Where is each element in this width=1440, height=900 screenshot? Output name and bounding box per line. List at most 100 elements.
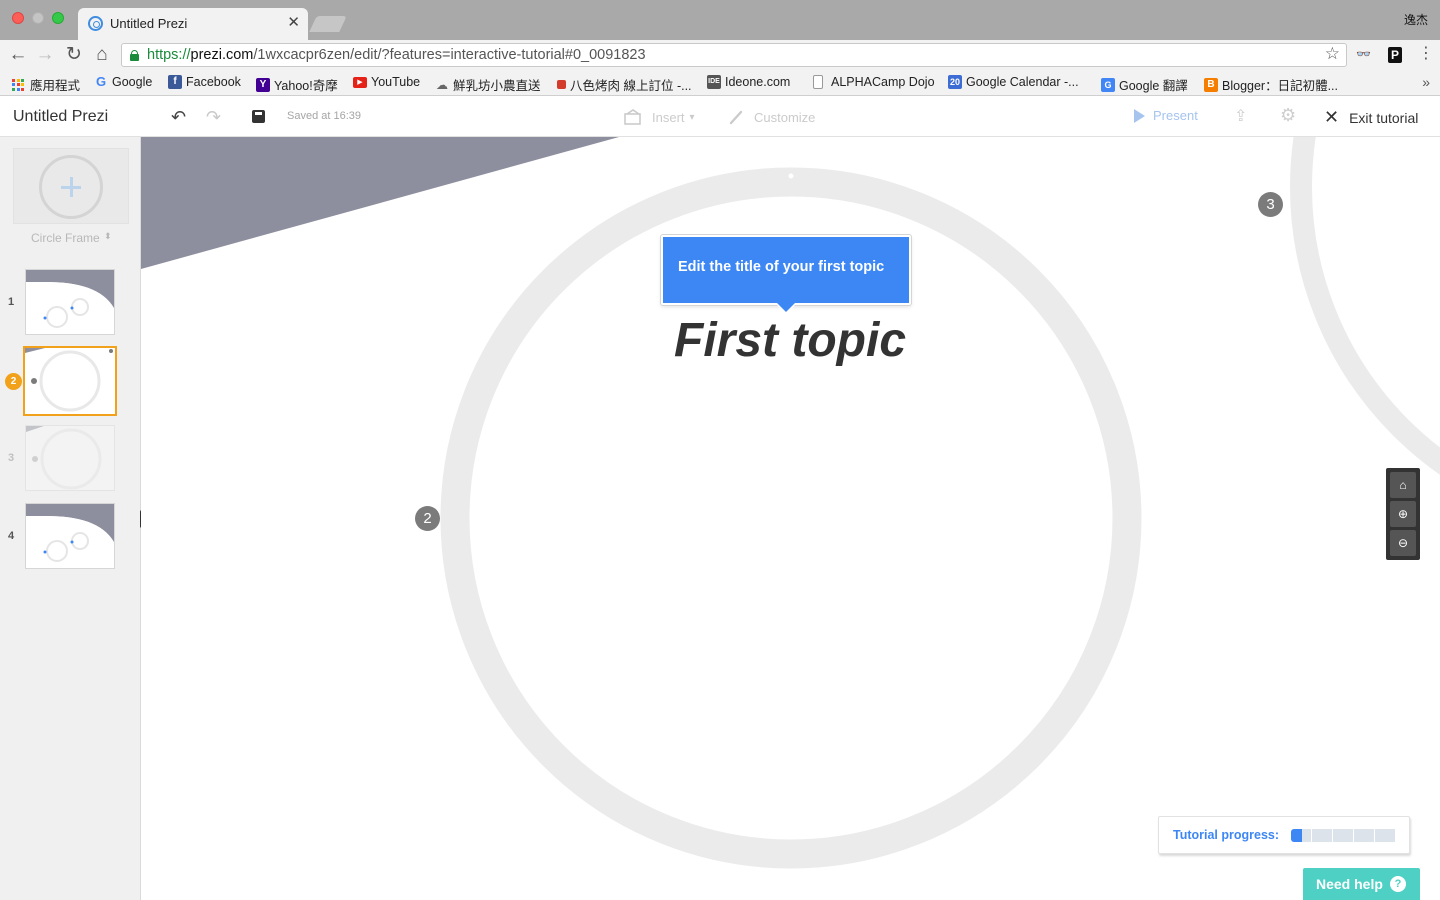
progress-segment: [1354, 829, 1374, 842]
browser-tab-bar: Untitled Prezi ✕ 逸杰: [0, 0, 1440, 40]
thumbnail-text: This is a title: [38, 284, 61, 289]
google-icon: G: [95, 74, 107, 89]
tutorial-tooltip: Edit the title of your first topic: [661, 235, 911, 305]
path-point-2-badge[interactable]: 2: [415, 506, 440, 531]
add-frame-button[interactable]: [13, 148, 129, 224]
window-minimize-button[interactable]: [32, 12, 44, 24]
path-step-thumbnail-1[interactable]: This is a title: [25, 269, 115, 335]
glasses-extension-icon[interactable]: 👓: [1356, 47, 1374, 67]
path-step-thumbnail-4[interactable]: This is a title: [25, 503, 115, 569]
progress-segment: [1375, 829, 1395, 842]
tutorial-progress-bar: [1291, 829, 1395, 842]
tab-title: Untitled Prezi: [110, 16, 188, 31]
plus-icon: [39, 155, 103, 219]
reload-icon[interactable]: ↻: [63, 43, 85, 67]
frame-type-caret-icon[interactable]: ⬍: [104, 231, 112, 242]
insert-button[interactable]: Insert ▾: [624, 109, 695, 125]
customize-button[interactable]: Customize: [729, 109, 815, 125]
tab-close-icon[interactable]: ✕: [287, 13, 300, 31]
bookmarks-bar: 應用程式 G Google f Facebook Y Yahoo!奇摩 ▶ Yo…: [0, 70, 1440, 96]
save-icon[interactable]: [252, 110, 265, 123]
bookmark-google[interactable]: G Google: [94, 74, 152, 90]
browser-toolbar: ← → ↻ ⌂ https://prezi.com/1wxcacpr6zen/e…: [0, 40, 1440, 70]
page-icon: [813, 75, 823, 89]
apps-icon: [12, 78, 24, 91]
facebook-icon: f: [168, 75, 182, 89]
blogger-icon: B: [1204, 77, 1218, 92]
back-arrow-icon[interactable]: ←: [7, 43, 29, 67]
tooltip-text: Edit the title of your first topic: [678, 259, 885, 275]
yahoo-icon: Y: [256, 77, 270, 92]
background-stripe: [141, 137, 619, 269]
zoom-controls: ⌂ ⊕ ⊖: [1386, 468, 1420, 560]
thumbnail-number: 1: [8, 296, 15, 308]
prezi-favicon-icon: [88, 16, 103, 31]
translate-icon: G: [1101, 77, 1115, 92]
present-button[interactable]: Present: [1134, 108, 1198, 123]
bookmark-calendar[interactable]: 20 Google Calendar -...: [948, 75, 1079, 89]
lock-icon: [130, 50, 139, 61]
bookmark-youtube[interactable]: ▶ YouTube: [353, 75, 420, 89]
chrome-menu-icon[interactable]: ⋮: [1418, 43, 1434, 63]
restaurant-icon: [557, 80, 566, 89]
bookmark-blogger[interactable]: B Blogger：日記初體...: [1204, 75, 1338, 94]
profile-name[interactable]: 逸杰: [1404, 11, 1428, 28]
path-step-thumbnail-2[interactable]: [23, 346, 117, 416]
home-icon[interactable]: ⌂: [91, 43, 113, 67]
bookmark-apps[interactable]: 應用程式: [12, 75, 80, 94]
progress-segment: [1312, 829, 1332, 842]
p-extension-icon[interactable]: P: [1388, 47, 1402, 63]
youtube-icon: ▶: [353, 76, 367, 88]
cloud-icon: ☁: [436, 77, 448, 92]
window-close-button[interactable]: [12, 12, 24, 24]
play-icon: [1134, 108, 1145, 123]
bookmark-translate[interactable]: G Google 翻譯: [1101, 75, 1188, 94]
progress-fill: [1291, 829, 1302, 842]
path-sidebar: Circle Frame ⬍ 1 This is a title 2 3 4 T…: [0, 137, 141, 900]
frame-type-selector[interactable]: Circle Frame: [31, 231, 100, 245]
bookmark-star-icon[interactable]: ☆: [1325, 44, 1340, 64]
close-icon: ✕: [1324, 107, 1340, 127]
forward-arrow-icon[interactable]: →: [34, 43, 56, 67]
need-help-button[interactable]: Need help ?: [1303, 868, 1420, 900]
need-help-label: Need help: [1316, 876, 1383, 892]
browser-tab-active[interactable]: Untitled Prezi ✕: [78, 8, 308, 40]
bookmark-facebook[interactable]: f Facebook: [168, 75, 241, 89]
prezi-toolbar: Untitled Prezi ↶ ↷ Saved at 16:39 Insert…: [0, 97, 1440, 137]
save-status: Saved at 16:39: [287, 110, 362, 122]
document-title[interactable]: Untitled Prezi: [13, 108, 108, 126]
url-text: https://prezi.com/1wxcacpr6zen/edit/?fea…: [147, 47, 646, 63]
bookmark-bbq[interactable]: 八色烤肉 線上訂位 -...: [555, 75, 692, 94]
bookmarks-overflow-icon[interactable]: »: [1422, 74, 1430, 90]
brush-icon: [729, 110, 743, 125]
address-bar[interactable]: https://prezi.com/1wxcacpr6zen/edit/?fea…: [121, 43, 1347, 67]
share-icon[interactable]: ⇪: [1234, 106, 1247, 126]
zoom-out-icon[interactable]: ⊖: [1390, 530, 1416, 556]
undo-icon[interactable]: ↶: [171, 107, 186, 128]
tutorial-progress: Tutorial progress:: [1158, 816, 1410, 854]
thumbnail-number: 3: [8, 452, 15, 464]
redo-icon[interactable]: ↷: [206, 107, 221, 128]
active-step-badge: 2: [5, 373, 22, 390]
new-tab-button[interactable]: [309, 16, 347, 32]
bookmark-yahoo[interactable]: Y Yahoo!奇摩: [256, 75, 338, 94]
home-view-icon[interactable]: ⌂: [1390, 472, 1416, 498]
topic-title-text[interactable]: First topic: [674, 313, 906, 368]
insert-icon: [624, 109, 641, 125]
bookmark-ideone[interactable]: IDE Ideone.com: [707, 75, 790, 89]
progress-segment: [1333, 829, 1353, 842]
help-question-icon: ?: [1390, 876, 1406, 892]
bookmark-alphacamp[interactable]: ALPHACamp Dojo: [813, 75, 935, 89]
path-point-3-badge[interactable]: 3: [1258, 192, 1283, 217]
window-zoom-button[interactable]: [52, 12, 64, 24]
ideone-icon: IDE: [707, 75, 721, 89]
prezi-canvas[interactable]: 2 3 Edit the title of your first topic F…: [141, 137, 1440, 900]
exit-tutorial-button[interactable]: ✕ Exit tutorial: [1324, 107, 1418, 128]
gear-icon[interactable]: ⚙: [1280, 105, 1296, 126]
frame-anchor-dot: [788, 173, 794, 179]
tutorial-progress-label: Tutorial progress:: [1173, 828, 1280, 842]
path-step-thumbnail-3[interactable]: [25, 425, 115, 491]
zoom-in-icon[interactable]: ⊕: [1390, 501, 1416, 527]
bookmark-milk[interactable]: ☁ 鮮乳坊小農直送: [435, 75, 541, 94]
tooltip-arrow-fill: [777, 303, 795, 312]
